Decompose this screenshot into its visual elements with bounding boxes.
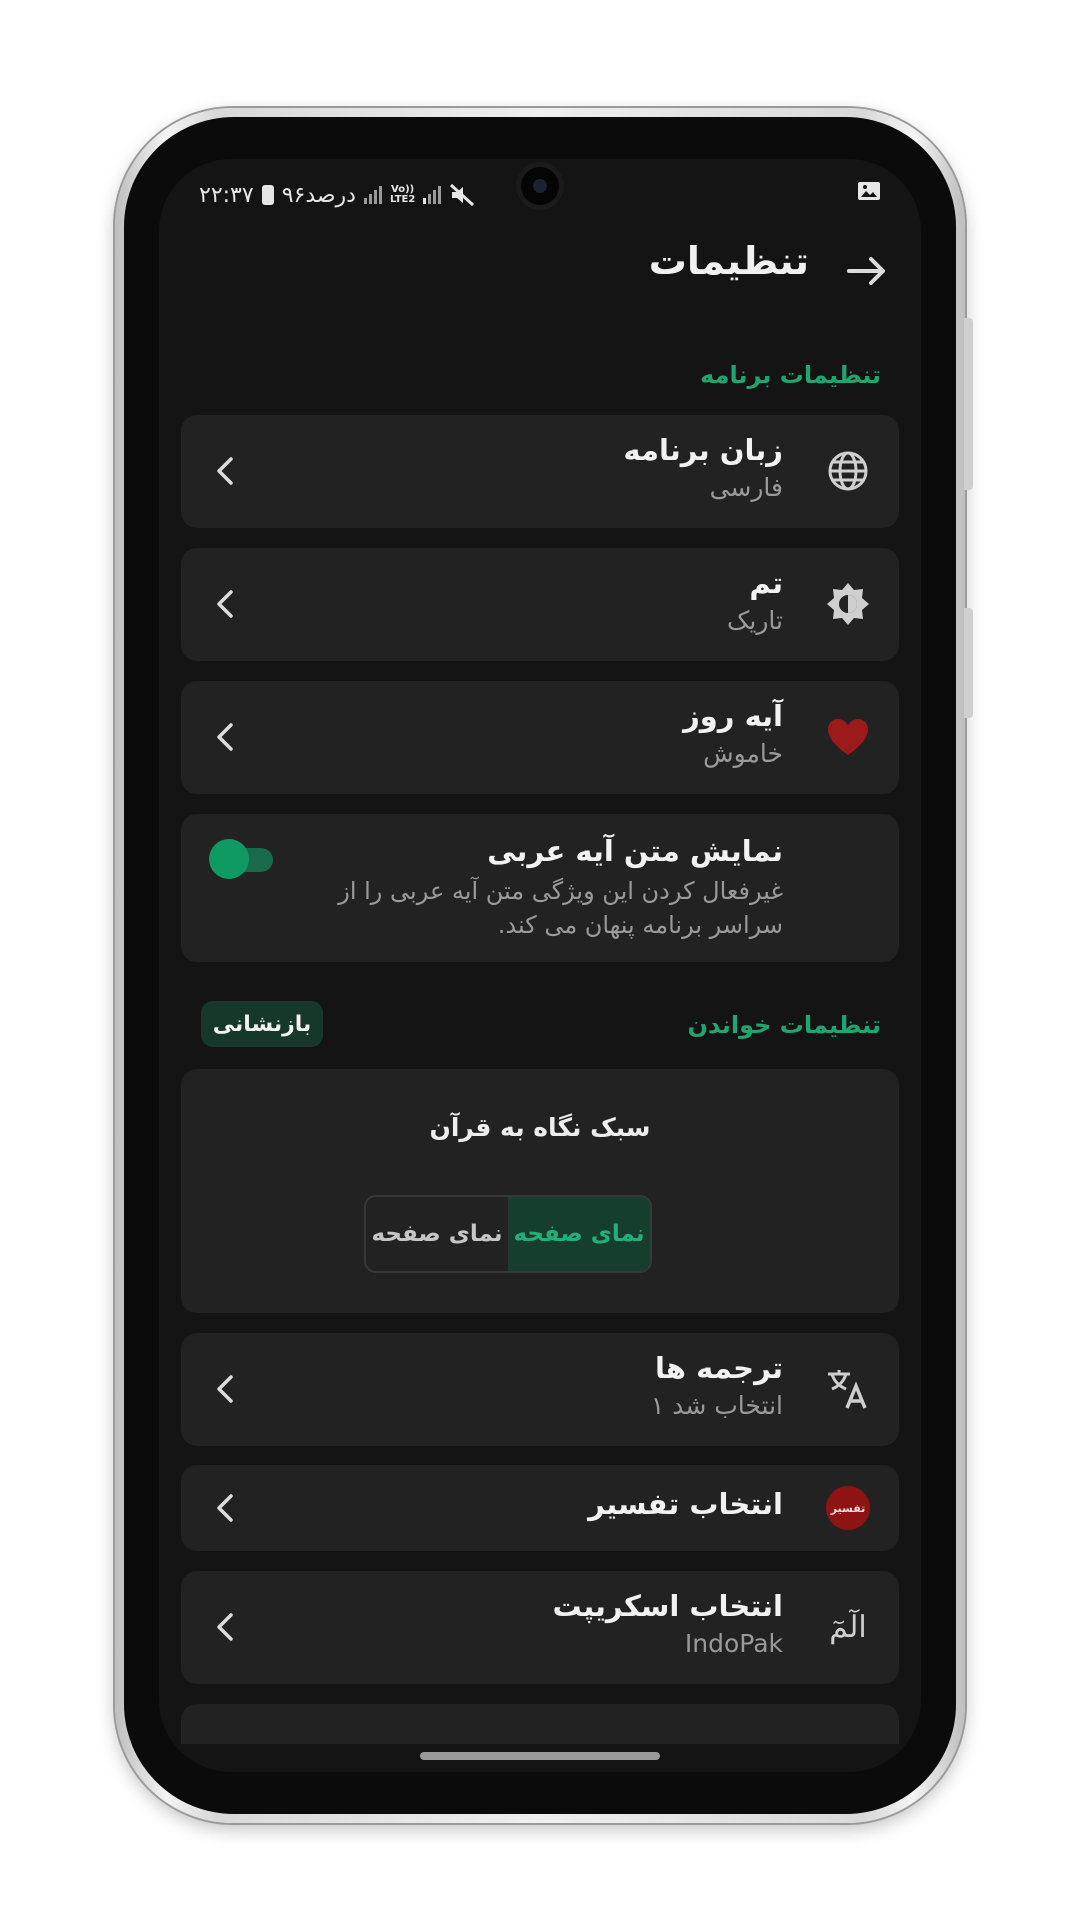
tafsir-badge: تفسیر xyxy=(826,1486,870,1530)
chevron-left-icon xyxy=(217,1494,233,1522)
translations-value: ۱ انتخاب شد xyxy=(650,1391,783,1420)
tafsir-setting[interactable]: انتخاب تفسیر تفسیر xyxy=(181,1465,899,1551)
arabic-text-description: غیرفعال کردن این ویژگی متن آیه عربی را ا… xyxy=(338,877,783,939)
view-style-title: سبک نگاه به قرآن xyxy=(429,1113,651,1142)
view-style-card: سبک نگاه به قرآن نمای صفحه نمای صفحه xyxy=(181,1069,899,1313)
chevron-left-icon xyxy=(217,1613,233,1641)
signal-icon xyxy=(363,186,382,204)
app-bar: تنظیمات xyxy=(159,219,921,329)
home-indicator[interactable] xyxy=(420,1752,660,1760)
translations-setting[interactable]: ترجمه ها ۱ انتخاب شد xyxy=(181,1333,899,1446)
mute-icon xyxy=(450,183,475,207)
section-reading-settings: تنظیمات خواندن xyxy=(687,1011,882,1039)
brightness-icon xyxy=(825,581,871,627)
network-type: Vo)) LTE2 xyxy=(390,185,415,205)
volume-button xyxy=(964,608,973,718)
chevron-left-icon xyxy=(217,723,233,751)
view-style-selector: نمای صفحه نمای صفحه xyxy=(364,1195,652,1273)
toggle-knob xyxy=(209,839,249,879)
next-setting-card[interactable] xyxy=(181,1704,899,1744)
power-button xyxy=(964,318,973,490)
front-camera xyxy=(521,167,559,205)
tafsir-title: انتخاب تفسیر xyxy=(588,1487,783,1521)
daily-verse-setting[interactable]: آیه روز خاموش xyxy=(181,681,899,794)
status-left: ۲۲:۳۷ ۹۶درصد Vo)) LTE2 xyxy=(199,175,475,215)
script-setting[interactable]: انتخاب اسکریپت IndoPak الٓمٓ xyxy=(181,1571,899,1684)
language-title: زبان برنامه xyxy=(623,433,783,467)
translate-icon xyxy=(825,1366,871,1412)
chevron-left-icon xyxy=(217,590,233,618)
language-value: فارسی xyxy=(709,473,783,502)
gallery-icon xyxy=(858,182,880,200)
view-option-selected[interactable]: نمای صفحه xyxy=(508,1197,650,1271)
daily-verse-title: آیه روز xyxy=(683,699,783,733)
status-time: ۲۲:۳۷ xyxy=(199,182,254,208)
chevron-left-icon xyxy=(217,1375,233,1403)
arabic-text-title: نمایش متن آیه عربی xyxy=(487,834,783,868)
heart-icon xyxy=(825,714,871,760)
section-app-settings: تنظیمات برنامه xyxy=(700,361,881,389)
phone-bezel: ۲۲:۳۷ ۹۶درصد Vo)) LTE2 تنظیمات تنظیمات بر… xyxy=(124,117,956,1814)
view-option[interactable]: نمای صفحه xyxy=(366,1197,508,1271)
arabic-text-setting[interactable]: نمایش متن آیه عربی غیرفعال کردن این ویژگ… xyxy=(181,814,899,962)
page-title: تنظیمات xyxy=(648,239,809,283)
chevron-left-icon xyxy=(217,457,233,485)
theme-title: تم xyxy=(749,566,783,600)
battery-text: ۹۶درصد xyxy=(281,182,356,208)
arrow-right-icon[interactable] xyxy=(843,247,891,295)
signal-icon xyxy=(423,186,442,204)
battery-icon xyxy=(261,185,274,205)
daily-verse-value: خاموش xyxy=(703,739,783,768)
language-setting[interactable]: زبان برنامه فارسی xyxy=(181,415,899,528)
script-title: انتخاب اسکریپت xyxy=(552,1589,784,1623)
reset-button[interactable]: بازنشانی xyxy=(201,1001,323,1047)
arabic-text-toggle[interactable] xyxy=(209,839,273,879)
screen: ۲۲:۳۷ ۹۶درصد Vo)) LTE2 تنظیمات تنظیمات بر… xyxy=(159,159,921,1772)
phone-frame: ۲۲:۳۷ ۹۶درصد Vo)) LTE2 تنظیمات تنظیمات بر… xyxy=(115,108,973,1823)
globe-icon xyxy=(825,448,871,494)
script-value: IndoPak xyxy=(684,1629,783,1658)
lte-label: LTE2 xyxy=(389,194,416,205)
theme-value: تاریک xyxy=(727,606,783,635)
theme-setting[interactable]: تم تاریک xyxy=(181,548,899,661)
translations-title: ترجمه ها xyxy=(655,1351,783,1385)
script-icon: الٓمٓ xyxy=(829,1609,867,1645)
tafsir-badge-icon: تفسیر xyxy=(825,1485,871,1531)
